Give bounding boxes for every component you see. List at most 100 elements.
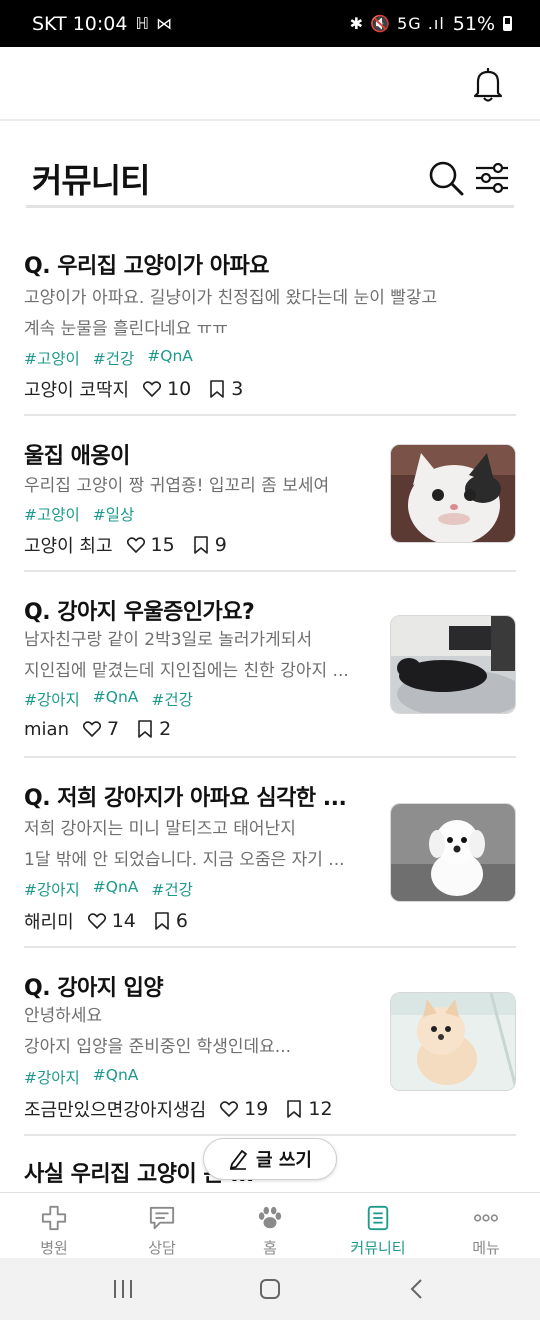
bookmark-count-value: 3 [231,378,244,400]
back-icon[interactable] [405,1277,429,1301]
nav-label: 커뮤니티 [350,1239,406,1257]
like-count-value: 19 [244,1098,269,1120]
pomeranian-puppy-photo[interactable] [390,992,516,1091]
post-item[interactable]: 울집 애옹이 우리집 고양이 짱 귀엽죵! 입꼬리 좀 보세여 #고양이 #일상… [24,416,516,572]
nav-item-hospital[interactable]: 병원 [0,1193,108,1258]
post-author: 해리미 [24,912,74,933]
like-count[interactable]: 7 [82,718,120,740]
like-count[interactable]: 14 [87,910,136,932]
heart-icon [220,1101,239,1117]
post-body-line: 안녕하세요 [24,1006,103,1026]
tag[interactable]: #강아지 [24,688,80,710]
like-count[interactable]: 15 [126,534,175,556]
post-tags: #고양이 #일상 [24,503,134,525]
bookmark-icon [287,1100,302,1118]
tag[interactable]: #건강 [151,878,193,900]
heart-icon [143,381,162,397]
bookmark-icon [210,380,225,398]
heart-icon [126,537,145,553]
tag[interactable]: #강아지 [24,1066,80,1088]
dog-sleeping-photo[interactable] [390,615,516,714]
community-header: 커뮤니티 [26,148,514,208]
bookmark-count[interactable]: 2 [137,718,171,740]
like-count-value: 7 [106,718,120,740]
status-bar: SKT 10:04 ℍ ⋈ ✱ 🔇 5G .ıl 51% [0,0,540,47]
home-button-icon[interactable] [258,1277,282,1301]
tag[interactable]: #건강 [151,688,193,710]
top-app-bar [0,47,540,121]
bookmark-count-value: 2 [159,718,172,740]
post-title: 울집 애옹이 [24,444,130,469]
post-tags: #강아지 #QnA [24,1066,138,1088]
nav-item-menu[interactable]: 메뉴 [432,1193,540,1258]
status-right: ✱ 🔇 5G .ıl 51% [350,13,512,35]
post-meta: 해리미 14 6 [24,908,188,934]
post-item[interactable]: Q. 강아지 우울증인가요? 남자친구랑 같이 2박3일로 놀러가게되서 지인집… [24,572,516,758]
post-body-line: 저희 강아지는 미니 말티즈고 태어난지 [24,819,296,839]
like-count-value: 15 [150,534,175,556]
tag[interactable]: #QnA [147,347,193,369]
post-item[interactable]: Q. 우리집 고양이가 아파요 고양이가 아파요. 길냥이가 친정집에 왔다는데… [24,226,516,416]
bookmark-icon [193,536,208,554]
heart-icon [87,913,106,929]
maltese-puppy-photo[interactable] [390,803,516,902]
post-title: Q. 강아지 우울증인가요? [24,600,255,625]
more-icon [474,1214,498,1222]
post-body-line: 1달 밖에 안 되었습니다. 지금 오줌은 자기 ... [24,850,345,870]
post-meta: 조금만있으면강아지생김 19 12 [24,1096,333,1122]
tag[interactable]: #QnA [93,1066,139,1088]
bookmark-count[interactable]: 3 [209,378,243,400]
post-item[interactable]: Q. 저희 강아지가 아파요 심각한 ... 저희 강아지는 미니 말티즈고 태… [24,758,516,948]
nav-label: 병원 [40,1239,68,1257]
post-title: Q. 우리집 고양이가 아파요 [24,254,269,279]
bookmark-icon [138,720,152,738]
post-body-line: 우리집 고양이 짱 귀엽죵! 입꼬리 좀 보세여 [24,476,330,496]
bookmark-count-value: 12 [308,1098,333,1120]
tag[interactable]: #강아지 [24,878,80,900]
like-count[interactable]: 10 [143,378,191,400]
nav-label: 홈 [263,1239,277,1257]
post-tags: #강아지 #QnA #건강 [24,688,193,710]
post-meta: mian 7 2 [24,718,171,740]
post-title: Q. 강아지 입양 [24,976,164,1001]
battery-percent: 51% [452,12,495,35]
tag[interactable]: #고양이 [24,503,80,525]
post-body: 고양이가 아파요. 길냥이가 친정집에 왔다는데 눈이 빨갛고 계속 눈물을 흘… [24,283,516,345]
bookmark-count-value: 9 [214,534,227,556]
post-body: 저희 강아지는 미니 말티즈고 태어난지 1달 밖에 안 되었습니다. 지금 오… [24,814,376,876]
bookmark-count-value: 6 [175,910,188,932]
post-item[interactable]: Q. 강아지 입양 안녕하세요 강아지 입양을 준비중인 학생인데요... #강… [24,948,516,1136]
tag[interactable]: #건강 [93,347,135,369]
post-meta: 고양이 최고 15 9 [24,532,227,558]
post-body-line: 강아지 입양을 준비중인 학생인데요... [24,1037,292,1057]
bookmark-count[interactable]: 6 [154,910,188,932]
write-post-label: 글 쓰기 [256,1150,312,1171]
cat-photo[interactable] [390,444,516,543]
document-icon [367,1205,389,1231]
post-author: 고양이 코딱지 [24,380,130,401]
post-title: Q. 저희 강아지가 아파요 심각한 ... [24,786,347,811]
carrier-time: SKT 10:04 [32,12,128,35]
bookmark-count[interactable]: 12 [286,1098,333,1120]
search-icon[interactable] [428,160,464,196]
bookmark-icon [155,912,169,930]
connectivity-icons: ✱ 🔇 5G .ıl [349,14,445,33]
chat-icon [149,1206,175,1230]
hospital-cross-icon [41,1205,67,1231]
post-body: 남자친구랑 같이 2박3일로 놀러가게되서 지인집에 맡겼는데 지인집에는 친한… [24,625,376,687]
nav-item-home[interactable]: 홈 [216,1193,324,1258]
tag[interactable]: #QnA [93,878,139,900]
like-count[interactable]: 19 [220,1098,268,1120]
bell-icon[interactable] [472,65,504,103]
bookmark-count[interactable]: 9 [193,534,227,556]
like-count-value: 14 [111,910,136,932]
tag[interactable]: #QnA [93,688,139,710]
filter-icon[interactable] [474,162,510,194]
write-post-button[interactable]: 글 쓰기 [203,1138,337,1180]
nav-item-consult[interactable]: 상담 [108,1193,216,1258]
post-body-line: 계속 눈물을 흘린다네요 ㅠㅠ [24,319,228,339]
tag[interactable]: #일상 [93,503,135,525]
tag[interactable]: #고양이 [24,347,80,369]
nav-item-community[interactable]: 커뮤니티 [324,1193,432,1258]
recent-apps-icon[interactable] [111,1277,135,1301]
